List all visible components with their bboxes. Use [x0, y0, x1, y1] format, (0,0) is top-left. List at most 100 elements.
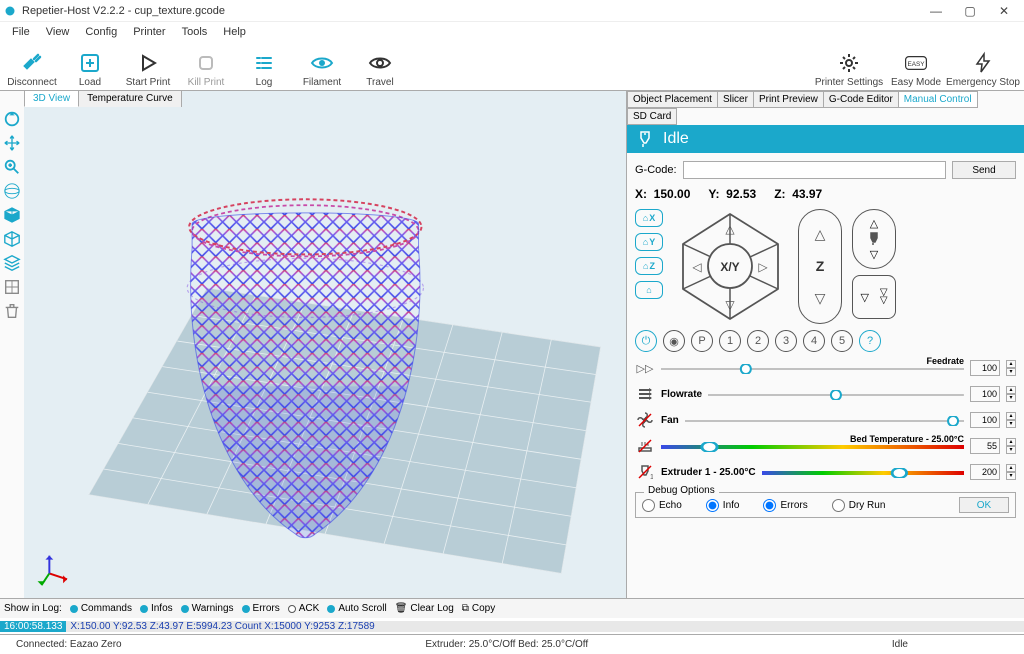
- macro-4-button[interactable]: 4: [803, 330, 825, 352]
- macro-p-button[interactable]: P: [691, 330, 713, 352]
- minimize-icon[interactable]: ―: [928, 3, 944, 19]
- z-down-icon[interactable]: ▽: [815, 290, 826, 307]
- bed-temp-slider[interactable]: Bed Temperature - 25.00°C: [661, 442, 964, 450]
- load-button[interactable]: Load: [64, 42, 116, 88]
- cube-fill-icon[interactable]: [2, 205, 22, 225]
- menu-printer[interactable]: Printer: [125, 24, 173, 40]
- home-x-button[interactable]: ⌂X: [635, 209, 663, 227]
- log-filter-bar: Show in Log: Commands Infos Warnings Err…: [0, 598, 1024, 618]
- svg-text:◁: ◁: [692, 260, 702, 274]
- extruder-temp-slider[interactable]: [762, 468, 964, 476]
- maximize-icon[interactable]: ▢: [962, 3, 978, 19]
- z-up-icon[interactable]: △: [815, 226, 826, 243]
- filter-ack[interactable]: ACK: [299, 603, 320, 614]
- home-z-button[interactable]: ⌂Z: [635, 257, 663, 275]
- tab-slicer[interactable]: Slicer: [717, 91, 754, 108]
- grid-icon[interactable]: [2, 277, 22, 297]
- extrude-up-icon[interactable]: △: [870, 217, 878, 230]
- feedrate-slider[interactable]: Feedrate: [661, 364, 964, 372]
- bolt-icon: [971, 51, 995, 75]
- filament-button[interactable]: Filament: [296, 42, 348, 88]
- feedrate-icon: ▷▷: [635, 358, 655, 378]
- extrude-down-icon[interactable]: ▽: [870, 248, 878, 261]
- menu-tools[interactable]: Tools: [174, 24, 216, 40]
- tab-gcode-editor[interactable]: G-Code Editor: [823, 91, 899, 108]
- app-icon: [4, 5, 16, 17]
- emergency-stop-button[interactable]: Emergency Stop: [948, 42, 1018, 88]
- macro-2-button[interactable]: 2: [747, 330, 769, 352]
- trash-icon[interactable]: [2, 301, 22, 321]
- bed-icon: [635, 436, 655, 456]
- menu-file[interactable]: File: [4, 24, 38, 40]
- retract-icon[interactable]: ▽: [860, 291, 868, 304]
- macro-5-button[interactable]: 5: [831, 330, 853, 352]
- flowrate-value[interactable]: 100: [970, 386, 1000, 402]
- orbit-icon[interactable]: [2, 181, 22, 201]
- retract-control[interactable]: ▽ ▽▽: [852, 275, 896, 319]
- easy-icon: EASY: [904, 51, 928, 75]
- tab-print-preview[interactable]: Print Preview: [753, 91, 824, 108]
- errors-radio[interactable]: [763, 499, 776, 512]
- menu-help[interactable]: Help: [215, 24, 254, 40]
- copy-log-button[interactable]: ⧉Copy: [462, 603, 496, 614]
- zoom-icon[interactable]: [2, 157, 22, 177]
- clear-log-button[interactable]: 🗑Clear Log: [395, 603, 454, 614]
- tab-manual-control[interactable]: Manual Control: [898, 91, 978, 108]
- bed-temp-value[interactable]: 55: [970, 438, 1000, 454]
- debug-ok-button[interactable]: OK: [959, 497, 1009, 513]
- info-radio[interactable]: [706, 499, 719, 512]
- close-icon[interactable]: ✕: [996, 3, 1012, 19]
- help-button[interactable]: ?: [859, 330, 881, 352]
- home-y-button[interactable]: ⌂Y: [635, 233, 663, 251]
- current-position: X: 150.00 Y: 92.53 Z: 43.97: [635, 185, 1016, 203]
- extrude-control[interactable]: △ ▽: [852, 209, 896, 269]
- tab-3d-view[interactable]: 3D View: [24, 90, 79, 107]
- fan-slider[interactable]: [685, 416, 964, 424]
- filter-commands[interactable]: Commands: [81, 603, 132, 614]
- svg-text:1: 1: [650, 474, 653, 480]
- tab-temperature-curve[interactable]: Temperature Curve: [78, 90, 182, 107]
- power-button[interactable]: ⏻: [635, 330, 657, 352]
- echo-radio[interactable]: [642, 499, 655, 512]
- 3d-viewport[interactable]: [24, 91, 626, 598]
- idle-status: Idle: [882, 639, 918, 650]
- home-icon: ⌂: [643, 261, 648, 271]
- flowrate-slider[interactable]: [708, 390, 964, 398]
- filter-errors[interactable]: Errors: [253, 603, 280, 614]
- log-button[interactable]: Log: [238, 42, 290, 88]
- macro-3-button[interactable]: 3: [775, 330, 797, 352]
- fan-value[interactable]: 100: [970, 412, 1000, 428]
- play-icon: [136, 51, 160, 75]
- layers-icon[interactable]: [2, 253, 22, 273]
- jog-z-control[interactable]: △ Z ▽: [798, 209, 842, 324]
- send-button[interactable]: Send: [952, 161, 1016, 179]
- feedrate-value[interactable]: 100: [970, 360, 1000, 376]
- gcode-input[interactable]: [683, 161, 946, 179]
- move-icon[interactable]: [2, 133, 22, 153]
- dryrun-radio[interactable]: [832, 499, 845, 512]
- easy-mode-button[interactable]: EASY Easy Mode: [890, 42, 942, 88]
- fast-retract-icon[interactable]: ▽▽: [880, 289, 888, 305]
- printer-settings-button[interactable]: Printer Settings: [814, 42, 884, 88]
- reset-view-icon[interactable]: [2, 109, 22, 129]
- main-toolbar: Disconnect Load Start Print Kill Print L…: [0, 42, 1024, 90]
- jog-xy-control[interactable]: △ ▽ ◁ ▷ X/Y: [673, 209, 788, 324]
- extruder-temp-value[interactable]: 200: [970, 464, 1000, 480]
- macro-1-button[interactable]: 1: [719, 330, 741, 352]
- filter-warnings[interactable]: Warnings: [192, 603, 234, 614]
- stop-button[interactable]: ◉: [663, 330, 685, 352]
- home-all-button[interactable]: ⌂: [635, 281, 663, 299]
- gear-icon: [837, 51, 861, 75]
- disconnect-button[interactable]: Disconnect: [6, 42, 58, 88]
- start-print-button[interactable]: Start Print: [122, 42, 174, 88]
- kill-print-button[interactable]: Kill Print: [180, 42, 232, 88]
- travel-button[interactable]: Travel: [354, 42, 406, 88]
- tab-sd-card[interactable]: SD Card: [627, 108, 677, 125]
- menu-view[interactable]: View: [38, 24, 78, 40]
- debug-options: Debug Options Echo Info Errors Dry Run O…: [635, 492, 1016, 518]
- tab-object-placement[interactable]: Object Placement: [627, 91, 718, 108]
- filter-infos[interactable]: Infos: [151, 603, 173, 614]
- filter-autoscroll[interactable]: Auto Scroll: [338, 603, 386, 614]
- cube-wire-icon[interactable]: [2, 229, 22, 249]
- menu-config[interactable]: Config: [77, 24, 125, 40]
